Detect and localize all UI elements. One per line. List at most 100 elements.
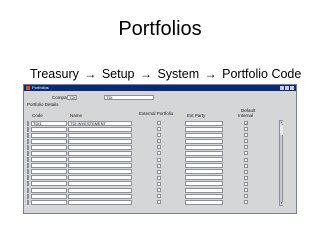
name-cell[interactable] bbox=[68, 157, 132, 163]
external-portfolio-checkbox[interactable] bbox=[157, 194, 161, 199]
row-indicator[interactable] bbox=[27, 187, 29, 193]
row-indicator[interactable] bbox=[27, 199, 29, 205]
external-portfolio-checkbox[interactable] bbox=[157, 188, 161, 193]
ext-party-cell[interactable] bbox=[185, 187, 223, 193]
row-indicator[interactable] bbox=[27, 181, 29, 187]
maximize-icon[interactable] bbox=[285, 86, 289, 90]
name-cell[interactable] bbox=[68, 193, 132, 199]
ext-party-cell[interactable] bbox=[185, 181, 223, 187]
ext-party-cell[interactable] bbox=[185, 144, 223, 150]
row-indicator[interactable] bbox=[27, 150, 29, 156]
external-portfolio-checkbox[interactable] bbox=[157, 175, 161, 180]
ext-party-cell[interactable] bbox=[185, 150, 223, 156]
name-cell[interactable] bbox=[68, 150, 132, 156]
table-row[interactable] bbox=[27, 199, 293, 205]
scroll-up-icon[interactable]: ▲ bbox=[280, 121, 283, 124]
external-portfolio-checkbox[interactable] bbox=[157, 181, 161, 186]
code-cell[interactable] bbox=[31, 144, 67, 150]
code-cell[interactable] bbox=[31, 150, 67, 156]
name-cell[interactable] bbox=[68, 126, 132, 132]
grid-scrollbar[interactable]: ▲ ▼ bbox=[279, 120, 283, 206]
row-indicator[interactable] bbox=[27, 157, 29, 163]
code-cell[interactable] bbox=[31, 193, 67, 199]
row-indicator[interactable] bbox=[27, 138, 29, 144]
portfolio-grid: Code Name External Portfolio Ext Party D… bbox=[27, 107, 293, 211]
company-name-field[interactable]: TDI bbox=[104, 95, 154, 100]
name-cell[interactable] bbox=[68, 132, 132, 138]
internal-checkbox[interactable] bbox=[244, 133, 248, 138]
grid-rows: TDI1 TDI INVESTEMENT bbox=[27, 120, 293, 205]
window-title: Portfolios bbox=[32, 85, 49, 90]
code-cell[interactable] bbox=[31, 181, 67, 187]
breadcrumb-item-treasury: Treasury bbox=[30, 67, 79, 81]
name-cell[interactable] bbox=[68, 187, 132, 193]
code-cell[interactable] bbox=[31, 187, 67, 193]
internal-checkbox[interactable] bbox=[244, 121, 248, 125]
name-cell[interactable] bbox=[68, 169, 132, 175]
code-cell[interactable] bbox=[31, 126, 67, 132]
ext-party-cell[interactable] bbox=[185, 132, 223, 138]
external-portfolio-checkbox[interactable] bbox=[157, 121, 161, 125]
internal-checkbox[interactable] bbox=[244, 194, 248, 199]
name-cell[interactable] bbox=[68, 144, 132, 150]
ext-party-cell[interactable] bbox=[185, 169, 223, 175]
ext-party-cell[interactable] bbox=[185, 163, 223, 169]
window-titlebar[interactable]: Portfolios bbox=[24, 85, 296, 91]
ext-party-cell[interactable] bbox=[185, 120, 223, 126]
external-portfolio-checkbox[interactable] bbox=[157, 157, 161, 162]
external-portfolio-checkbox[interactable] bbox=[157, 127, 161, 132]
ext-party-cell[interactable] bbox=[185, 126, 223, 132]
external-portfolio-checkbox[interactable] bbox=[157, 163, 161, 168]
breadcrumb-item-system: System bbox=[157, 67, 200, 81]
external-portfolio-checkbox[interactable] bbox=[157, 200, 161, 205]
row-indicator[interactable] bbox=[27, 120, 29, 126]
name-cell[interactable] bbox=[68, 199, 132, 205]
ext-party-cell[interactable] bbox=[185, 175, 223, 181]
internal-checkbox[interactable] bbox=[244, 151, 248, 156]
external-portfolio-checkbox[interactable] bbox=[157, 133, 161, 138]
name-cell[interactable] bbox=[68, 138, 132, 144]
row-indicator[interactable] bbox=[27, 175, 29, 181]
internal-checkbox[interactable] bbox=[244, 163, 248, 168]
name-cell[interactable]: TDI INVESTEMENT bbox=[68, 120, 132, 126]
name-cell[interactable] bbox=[68, 163, 132, 169]
row-indicator[interactable] bbox=[27, 132, 29, 138]
ext-party-cell[interactable] bbox=[185, 193, 223, 199]
code-cell[interactable] bbox=[31, 169, 67, 175]
minimize-icon[interactable] bbox=[280, 86, 284, 90]
code-cell[interactable]: TDI1 bbox=[31, 120, 67, 126]
company-code-field[interactable]: TDI bbox=[67, 95, 77, 100]
code-cell[interactable] bbox=[31, 138, 67, 144]
internal-checkbox[interactable] bbox=[244, 127, 248, 132]
row-indicator[interactable] bbox=[27, 193, 29, 199]
internal-checkbox[interactable] bbox=[244, 175, 248, 180]
name-cell[interactable] bbox=[68, 181, 132, 187]
code-cell[interactable] bbox=[31, 157, 67, 163]
scroll-down-icon[interactable]: ▼ bbox=[280, 202, 283, 205]
ext-party-cell[interactable] bbox=[185, 157, 223, 163]
row-indicator[interactable] bbox=[27, 169, 29, 175]
internal-checkbox[interactable] bbox=[244, 169, 248, 174]
external-portfolio-checkbox[interactable] bbox=[157, 151, 161, 156]
ext-party-cell[interactable] bbox=[185, 199, 223, 205]
internal-checkbox[interactable] bbox=[244, 181, 248, 186]
internal-checkbox[interactable] bbox=[244, 188, 248, 193]
row-indicator[interactable] bbox=[27, 163, 29, 169]
internal-checkbox[interactable] bbox=[244, 200, 248, 205]
row-indicator[interactable] bbox=[27, 144, 29, 150]
scroll-thumb[interactable] bbox=[280, 125, 283, 135]
internal-checkbox[interactable] bbox=[244, 139, 248, 144]
external-portfolio-checkbox[interactable] bbox=[157, 169, 161, 174]
code-cell[interactable] bbox=[31, 175, 67, 181]
code-cell[interactable] bbox=[31, 132, 67, 138]
close-icon[interactable] bbox=[290, 86, 294, 90]
row-indicator[interactable] bbox=[27, 126, 29, 132]
internal-checkbox[interactable] bbox=[244, 145, 248, 150]
ext-party-cell[interactable] bbox=[185, 138, 223, 144]
name-cell[interactable] bbox=[68, 175, 132, 181]
internal-checkbox[interactable] bbox=[244, 157, 248, 162]
code-cell[interactable] bbox=[31, 199, 67, 205]
code-cell[interactable] bbox=[31, 163, 67, 169]
external-portfolio-checkbox[interactable] bbox=[157, 145, 161, 150]
external-portfolio-checkbox[interactable] bbox=[157, 139, 161, 144]
